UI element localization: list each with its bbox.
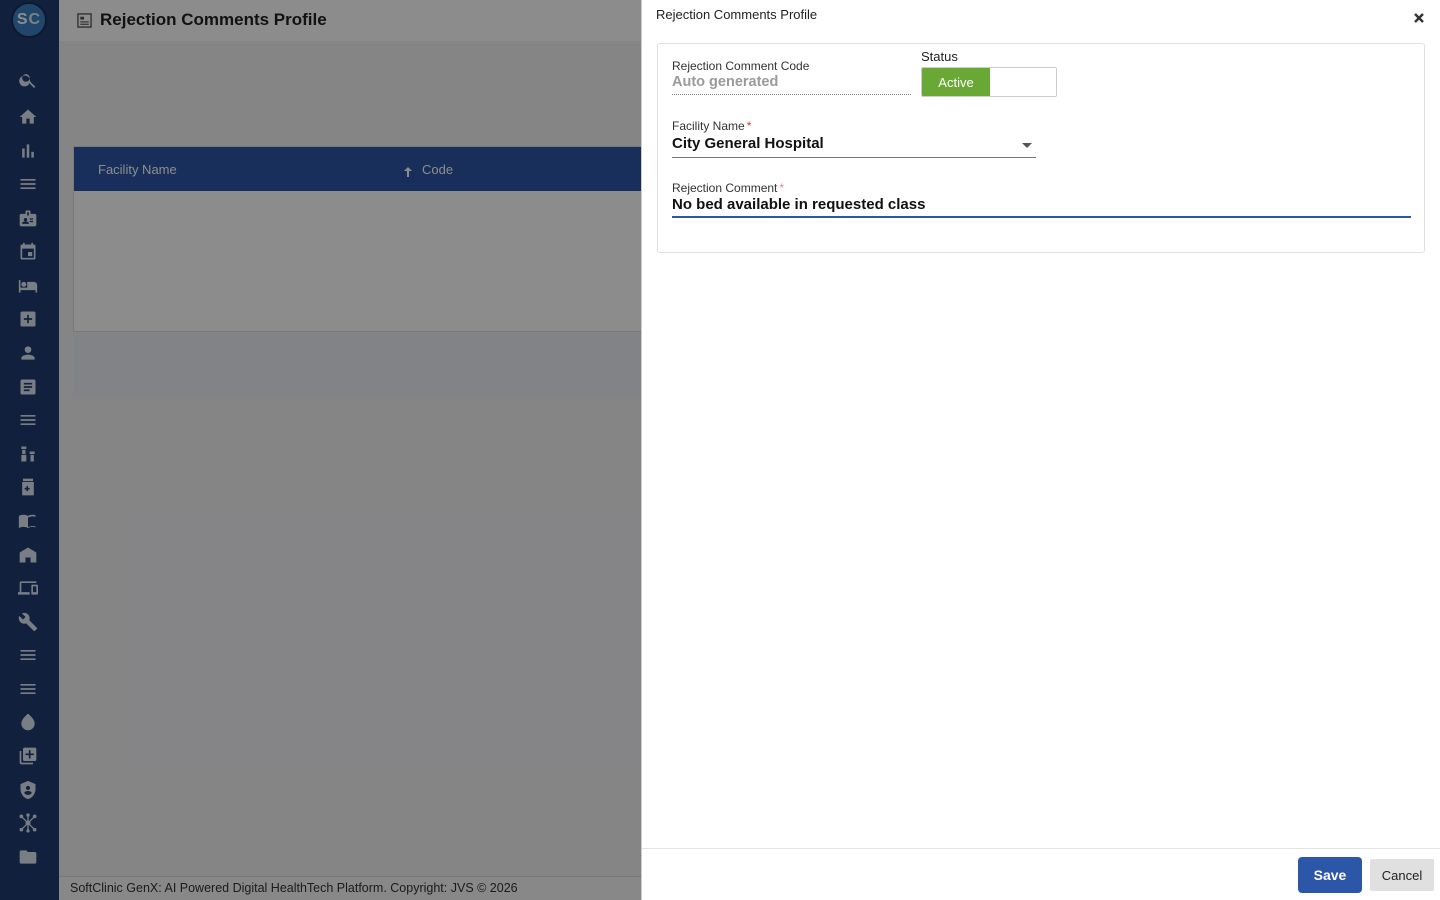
code-field: Auto generated xyxy=(672,73,911,95)
close-icon xyxy=(1414,13,1424,23)
comment-input-value: No bed available in requested class xyxy=(672,196,926,213)
facility-select[interactable]: City General Hospital xyxy=(672,135,1036,158)
comment-label: Rejection Comment * xyxy=(672,181,784,195)
status-toggle[interactable]: Active xyxy=(921,67,1057,97)
facility-label: Facility Name * xyxy=(672,119,751,133)
save-button[interactable]: Save xyxy=(1298,857,1362,893)
facility-select-value: City General Hospital xyxy=(672,135,824,152)
status-inactive-option[interactable] xyxy=(990,68,1056,96)
panel-title: Rejection Comments Profile xyxy=(656,7,818,22)
required-mark: * xyxy=(779,181,785,195)
comment-input[interactable]: No bed available in requested class xyxy=(672,196,1411,218)
chevron-down-icon[interactable] xyxy=(1022,143,1032,148)
form-container: Rejection Comment Code Auto generated St… xyxy=(657,43,1425,253)
code-label: Rejection Comment Code xyxy=(672,59,810,73)
comment-label-text: Rejection Comment xyxy=(672,181,778,195)
status-active-option[interactable]: Active xyxy=(922,68,990,96)
status-label: Status xyxy=(921,49,958,64)
rejection-comment-panel: Rejection Comments Profile Rejection Com… xyxy=(641,0,1440,900)
cancel-button[interactable]: Cancel xyxy=(1370,859,1434,891)
required-mark: * xyxy=(746,119,752,133)
panel-footer: Save Cancel xyxy=(642,848,1440,900)
close-button[interactable] xyxy=(1412,11,1426,25)
facility-label-text: Facility Name xyxy=(672,119,745,133)
